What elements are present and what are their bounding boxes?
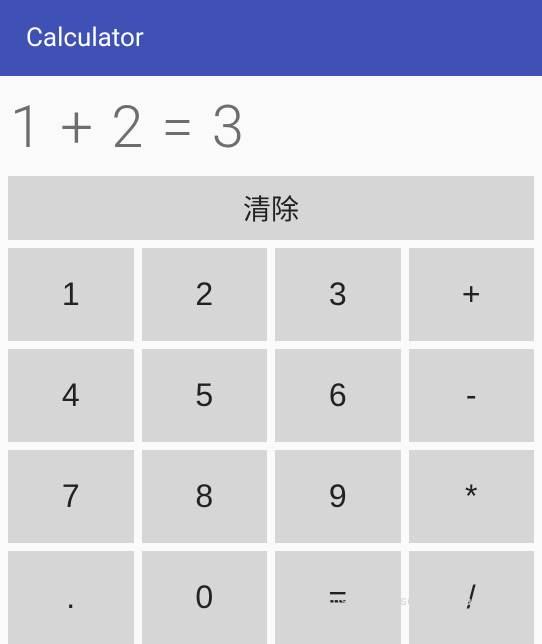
digit-4[interactable]: 4 [8, 349, 134, 442]
clear-label: 清除 [243, 188, 299, 228]
op-equals[interactable]: = [275, 551, 401, 644]
op-multiply[interactable]: * [409, 450, 535, 543]
digit-1[interactable]: 1 [8, 248, 134, 341]
button-grid: 1 2 3 + 4 5 6 - 7 8 9 * . 0 = / [8, 248, 534, 644]
decimal-point[interactable]: . [8, 551, 134, 644]
digit-6[interactable]: 6 [275, 349, 401, 442]
op-minus[interactable]: - [409, 349, 535, 442]
digit-0[interactable]: 0 [142, 551, 268, 644]
digit-7[interactable]: 7 [8, 450, 134, 543]
clear-button[interactable]: 清除 [8, 176, 534, 240]
digit-2[interactable]: 2 [142, 248, 268, 341]
digit-3[interactable]: 3 [275, 248, 401, 341]
keypad: 清除 1 2 3 + 4 5 6 - 7 8 9 * . 0 = / [0, 176, 542, 644]
display-expression: 1 + 2 = 3 [10, 94, 246, 162]
digit-9[interactable]: 9 [275, 450, 401, 543]
op-plus[interactable]: + [409, 248, 535, 341]
op-divide[interactable]: / [409, 551, 535, 644]
app-title: Calculator [26, 23, 144, 53]
digit-5[interactable]: 5 [142, 349, 268, 442]
app-bar: Calculator [0, 0, 542, 76]
digit-8[interactable]: 8 [142, 450, 268, 543]
calculator-display: 1 + 2 = 3 [0, 76, 542, 176]
